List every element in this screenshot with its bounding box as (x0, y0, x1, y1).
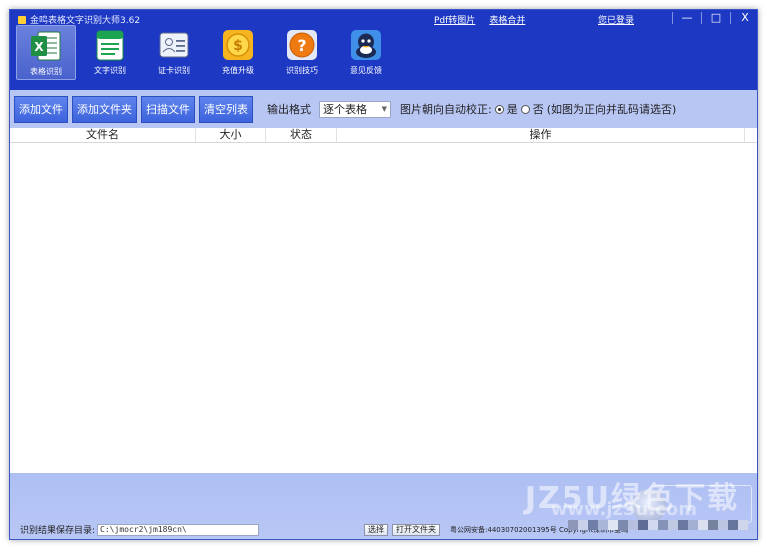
column-header-filename[interactable]: 文件名 (10, 128, 196, 142)
orientation-yes-label: 是 (506, 103, 518, 116)
tool-ribbon: X 表格识别 文字识别 证卡识别 $ 充值升级 ? 识别技巧 意见反馈 (16, 25, 396, 80)
file-table: 文件名 大小 状态 操作 (10, 128, 757, 473)
divider (730, 11, 731, 24)
app-logo-icon (18, 15, 26, 24)
column-header-status[interactable]: 状态 (266, 128, 337, 142)
table-body (10, 143, 757, 473)
excel-icon: X (29, 29, 63, 63)
output-format-select[interactable]: 逐个表格 ▼ (319, 100, 391, 118)
window-controls: — □ X (664, 11, 751, 24)
open-folder-button[interactable]: 打开文件夹 (392, 523, 441, 536)
save-path-label: 识别结果保存目录: (20, 526, 96, 536)
divider (701, 11, 702, 24)
column-header-filler (745, 128, 757, 142)
scan-file-button[interactable]: 扫描文件 (141, 95, 195, 123)
orientation-yes-radio[interactable]: 是 (494, 101, 518, 117)
add-folder-button[interactable]: 添加文件夹 (72, 95, 137, 123)
toolbar: 添加文件 添加文件夹 扫描文件 清空列表 输出格式 逐个表格 ▼ 图片朝向自动校… (10, 90, 757, 128)
save-path-row: 识别结果保存目录: C:\jmocr2\jm189cn\ 选择 打开文件夹 粤公… (20, 523, 628, 536)
login-status-link[interactable]: 您已登录 (598, 13, 634, 26)
save-path-input[interactable]: C:\jmocr2\jm189cn\ (97, 523, 260, 536)
help-icon: ? (285, 28, 319, 62)
clear-list-button[interactable]: 清空列表 (199, 95, 253, 123)
orientation-no-label: 否 (532, 103, 544, 116)
qq-penguin-icon (349, 28, 383, 62)
maximize-button[interactable]: □ (710, 11, 722, 24)
svg-text:$: $ (233, 38, 243, 54)
id-card-icon (157, 28, 191, 62)
tool-label: 证卡识别 (158, 66, 190, 75)
tool-label: 充值升级 (222, 66, 254, 75)
app-window: 金鸣表格文字识别大师3.62 Pdf转图片 表格合并 您已登录 — □ X X … (9, 9, 758, 540)
add-file-button[interactable]: 添加文件 (14, 95, 68, 123)
output-format-value: 逐个表格 (323, 103, 367, 116)
tool-table-recognition[interactable]: X 表格识别 (16, 25, 76, 80)
tool-recharge[interactable]: $ 充值升级 (208, 25, 268, 80)
svg-text:?: ? (297, 36, 306, 55)
top-links: Pdf转图片 表格合并 (434, 13, 525, 26)
tool-label: 表格识别 (30, 67, 62, 76)
bottom-panel: JZ5U绿色下载 www.jz5u.com 识别结果保存目录: C:\jmocr… (10, 473, 757, 539)
column-header-action[interactable]: 操作 (337, 128, 745, 142)
orientation-note: (如图为正向并乱码请选否) (546, 103, 677, 116)
chevron-down-icon: ▼ (381, 105, 387, 113)
divider (672, 11, 673, 24)
orientation-label: 图片朝向自动校正: (400, 103, 492, 116)
output-format-label: 输出格式 (267, 103, 311, 116)
radio-unchecked-icon (520, 104, 530, 114)
tool-tips[interactable]: ? 识别技巧 (272, 25, 332, 80)
pdf-to-image-link[interactable]: Pdf转图片 (434, 13, 475, 26)
tool-label: 文字识别 (94, 66, 126, 75)
document-icon (93, 28, 127, 62)
radio-checked-icon (494, 104, 504, 114)
tool-feedback[interactable]: 意见反馈 (336, 25, 396, 80)
orientation-no-radio[interactable]: 否 (520, 101, 544, 117)
column-header-size[interactable]: 大小 (196, 128, 266, 142)
minimize-button[interactable]: — (681, 11, 693, 24)
svg-text:X: X (34, 40, 44, 54)
coin-icon: $ (221, 28, 255, 62)
app-header: 金鸣表格文字识别大师3.62 Pdf转图片 表格合并 您已登录 — □ X X … (10, 10, 757, 90)
table-merge-link[interactable]: 表格合并 (489, 13, 525, 26)
close-button[interactable]: X (739, 11, 751, 24)
select-folder-button[interactable]: 选择 (364, 523, 389, 536)
watermark-url: www.jz5u.com (550, 499, 697, 520)
tool-text-recognition[interactable]: 文字识别 (80, 25, 140, 80)
pixelated-area (568, 520, 748, 530)
tool-label: 识别技巧 (286, 66, 318, 75)
tool-label: 意见反馈 (350, 66, 382, 75)
table-header: 文件名 大小 状态 操作 (10, 128, 757, 143)
tool-card-recognition[interactable]: 证卡识别 (144, 25, 204, 80)
